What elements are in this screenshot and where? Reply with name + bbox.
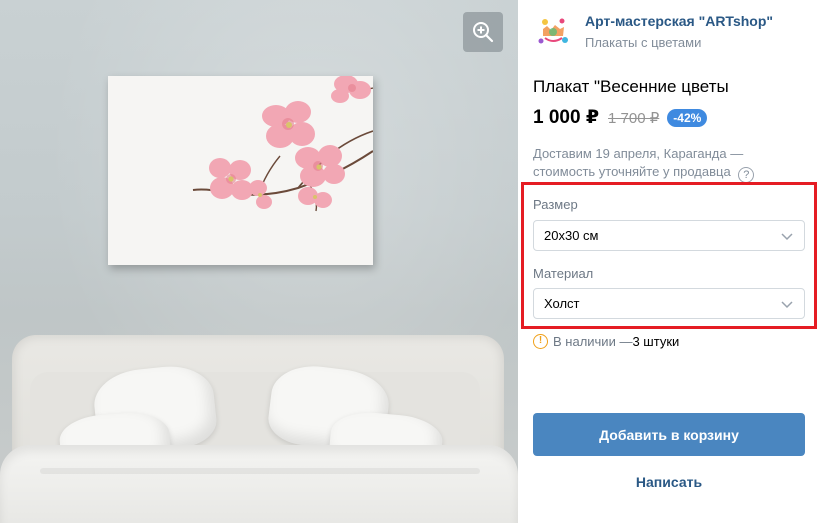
shop-logo[interactable] [533,12,573,52]
question-icon[interactable]: ? [738,167,755,183]
duvet-fold [40,468,480,474]
material-value: Холст [544,296,580,311]
product-title: Плакат "Весенние цветы [533,77,729,96]
duvet [0,445,518,523]
material-select[interactable]: Холст [533,288,805,319]
stock-status: ! В наличии — 3 штуки [533,334,679,349]
size-select[interactable]: 20x30 см [533,220,805,251]
zoom-in-icon [473,22,494,43]
stock-count: 3 штуки [632,334,680,349]
size-value: 20x30 см [544,228,599,243]
old-price: 1 700 ₽ [608,109,660,127]
shop-name[interactable]: Арт-мастерская "ARTshop" [585,12,773,30]
stock-prefix: В наличии — [553,334,633,349]
chevron-down-icon [781,232,793,240]
discount-badge: -42% [667,108,708,127]
price-row: 1 000 ₽ 1 700 ₽ -42% [533,106,708,129]
shop-header[interactable]: Арт-мастерская "ARTshop" Плакаты с цвета… [533,12,773,52]
exclamation-circle-icon: ! [533,334,548,349]
product-panel: Арт-мастерская "ARTshop" Плакаты с цвета… [518,0,819,523]
current-price: 1 000 ₽ [533,107,600,128]
chevron-down-icon [781,300,793,308]
delivery-info: Доставим 19 апреля, Караганда — стоимост… [533,145,803,183]
material-label: Материал [533,266,594,281]
add-to-cart-button[interactable]: Добавить в корзину [533,413,805,456]
write-button[interactable]: Написать [533,470,805,494]
flower-branch-illustration [192,76,373,212]
poster-in-photo [108,76,373,265]
zoom-button[interactable] [463,12,503,52]
delivery-text: Доставим 19 апреля, Караганда — стоимост… [533,146,744,179]
product-photo[interactable] [0,0,518,523]
size-label: Размер [533,197,578,212]
shop-category[interactable]: Плакаты с цветами [585,34,773,52]
artshop-logo-icon [538,18,568,44]
